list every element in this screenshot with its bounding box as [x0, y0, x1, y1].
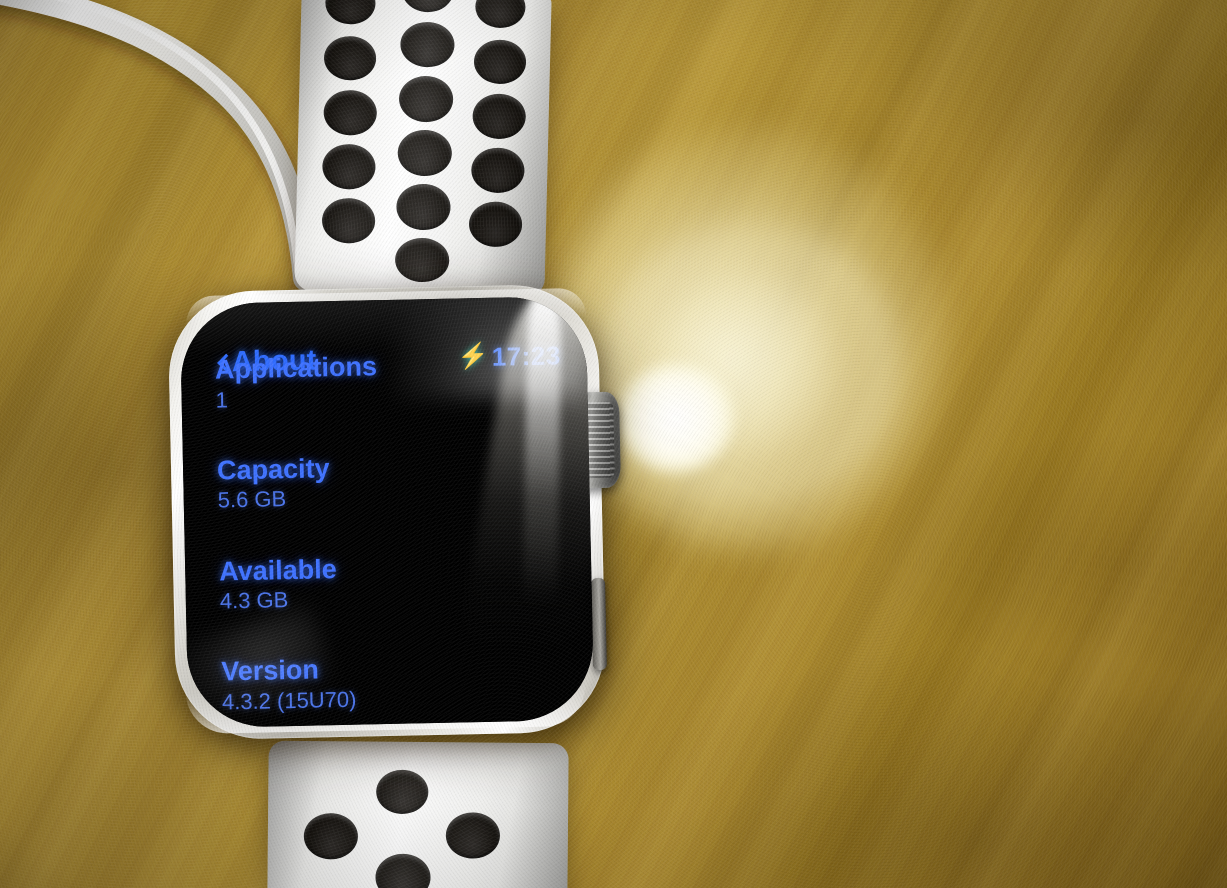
band-hole	[323, 89, 378, 136]
list-item-value: 1	[215, 386, 229, 413]
list-item[interactable]: Capacity 5.6 GB	[217, 449, 574, 513]
watch-band-bottom	[267, 740, 569, 888]
list-item-label: Version	[220, 654, 320, 687]
watch-screen[interactable]: About ⚡ 17:23 Applications 1 Capacity 5.…	[179, 295, 595, 729]
list-item[interactable]: Version 4.3.2 (15U70)	[220, 650, 578, 715]
band-hole	[401, 0, 455, 13]
list-item-value: 5.6 GB	[217, 486, 287, 513]
list-item-label: Capacity	[216, 452, 330, 486]
band-hole	[395, 183, 452, 231]
band-hole	[323, 35, 377, 81]
band-hole	[473, 39, 527, 85]
band-hole	[470, 147, 525, 194]
band-hole	[375, 853, 431, 888]
about-screen: About ⚡ 17:23 Applications 1 Capacity 5.…	[180, 296, 595, 728]
light-reflection-core	[618, 364, 734, 472]
list-item[interactable]: Applications 1	[215, 348, 572, 412]
band-hole	[321, 197, 376, 244]
band-hole	[376, 769, 429, 815]
list-item-value: 4.3.2 (15U70)	[221, 686, 357, 715]
about-list[interactable]: Applications 1 Capacity 5.6 GB Available…	[215, 348, 579, 727]
band-hole	[399, 21, 455, 68]
list-item-label: Applications	[214, 351, 378, 385]
watch-band-top	[294, 0, 552, 298]
list-item[interactable]: Available 4.3 GB	[219, 550, 576, 614]
band-hole	[324, 0, 376, 25]
band-hole	[321, 143, 376, 190]
list-item-label: Available	[218, 553, 338, 587]
band-hole	[474, 0, 526, 29]
list-item-value: 4.3 GB	[219, 587, 289, 614]
band-hole	[468, 201, 523, 248]
band-hole	[445, 812, 501, 859]
side-button[interactable]	[591, 577, 607, 671]
photo-scene: About ⚡ 17:23 Applications 1 Capacity 5.…	[0, 0, 1227, 888]
band-hole	[398, 75, 454, 123]
band-hole	[394, 237, 450, 283]
band-hole	[303, 813, 359, 860]
band-hole	[397, 129, 453, 177]
band-hole	[472, 93, 527, 140]
